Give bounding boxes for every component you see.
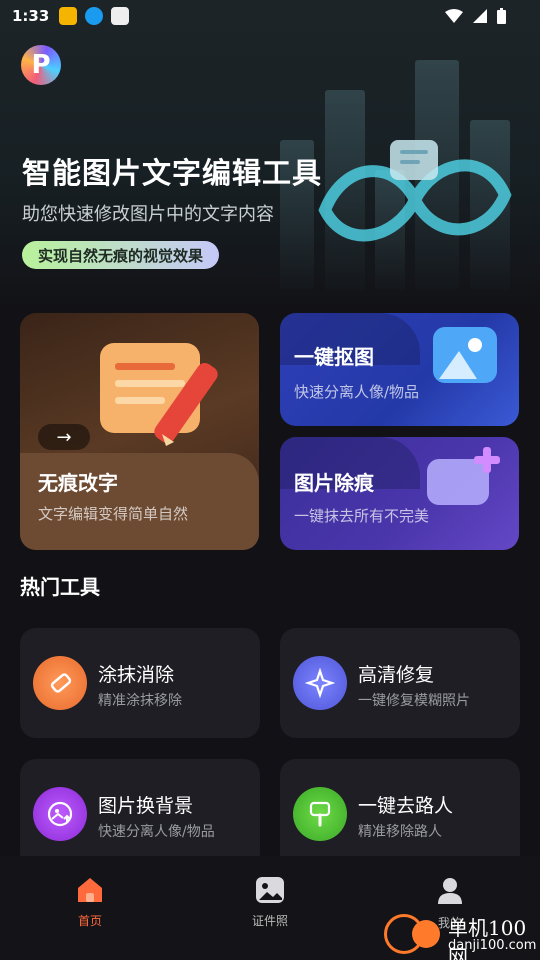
- photo-icon: [256, 877, 284, 903]
- feature-card-desc: 文字编辑变得简单自然: [38, 505, 189, 523]
- sparkle-icon: [293, 656, 347, 710]
- hero-subtitle: 助您快速修改图片中的文字内容: [22, 204, 274, 225]
- notification-app-icon: [59, 7, 78, 25]
- download-icon: [85, 7, 104, 25]
- tool-desc: 精准移除路人: [358, 824, 442, 840]
- battery-icon: [497, 8, 506, 24]
- brush-icon: [293, 787, 347, 841]
- tool-hd-repair[interactable]: 高清修复 一键修复模糊照片: [280, 628, 520, 738]
- image-add-icon: [427, 447, 500, 505]
- user-icon: [438, 878, 462, 904]
- tool-name: 涂抹消除: [98, 664, 175, 686]
- tool-remove-passerby[interactable]: 一键去路人 精准移除路人: [280, 759, 520, 869]
- nav-label: 证件照: [251, 914, 288, 928]
- eraser-icon: [33, 656, 87, 710]
- watermark-logo: 单机100网 danji100.com: [384, 910, 537, 960]
- logo-letter: P: [31, 50, 51, 80]
- tool-desc: 精准涂抹移除: [98, 693, 182, 709]
- tool-name: 图片换背景: [98, 795, 194, 817]
- nav-label: 首页: [77, 914, 102, 928]
- status-time: 1:33: [12, 7, 50, 25]
- nav-id-photo[interactable]: 证件照: [180, 856, 360, 960]
- hero-pill: 实现自然无痕的视觉效果: [22, 241, 220, 269]
- nav-home[interactable]: 首页: [0, 856, 180, 960]
- wifi-icon: [445, 9, 463, 23]
- scroll-pencil-icon: [100, 343, 218, 446]
- tool-name: 一键去路人: [358, 795, 454, 817]
- watermark-url: danji100.com: [448, 938, 537, 953]
- feature-card-desc: 一键抹去所有不完美: [294, 507, 430, 525]
- hot-tools-title: 热门工具: [20, 575, 100, 599]
- feature-card-title: 图片除痕: [294, 471, 374, 495]
- tool-desc: 快速分离人像/物品: [98, 824, 215, 840]
- feature-card-desc: 快速分离人像/物品: [294, 383, 420, 401]
- image-swap-icon: [33, 787, 87, 841]
- feature-card-title: 无痕改字: [38, 471, 118, 495]
- signal-icon: [473, 9, 487, 23]
- feature-card-remove-marks[interactable]: 图片除痕 一键抹去所有不完美: [280, 437, 519, 550]
- arrow-right-icon[interactable]: →: [38, 424, 90, 450]
- feature-card-cutout[interactable]: 一键抠图 快速分离人像/物品: [280, 313, 519, 426]
- image-cutout-icon: [433, 327, 497, 383]
- tool-name: 高清修复: [358, 664, 435, 686]
- infinity-illustration-icon: [318, 140, 512, 242]
- feature-card-edit-text[interactable]: → 无痕改字 文字编辑变得简单自然: [20, 313, 259, 550]
- tool-change-background[interactable]: 图片换背景 快速分离人像/物品: [20, 759, 260, 869]
- hero-title: 智能图片文字编辑工具: [22, 156, 323, 190]
- notification-image-icon: [111, 7, 130, 25]
- app-logo: P: [21, 45, 61, 85]
- status-bar: 1:33: [0, 0, 540, 32]
- tool-smear-erase[interactable]: 涂抹消除 精准涂抹移除: [20, 628, 260, 738]
- tool-desc: 一键修复模糊照片: [358, 693, 470, 709]
- feature-card-title: 一键抠图: [294, 345, 374, 369]
- home-icon: [78, 878, 102, 902]
